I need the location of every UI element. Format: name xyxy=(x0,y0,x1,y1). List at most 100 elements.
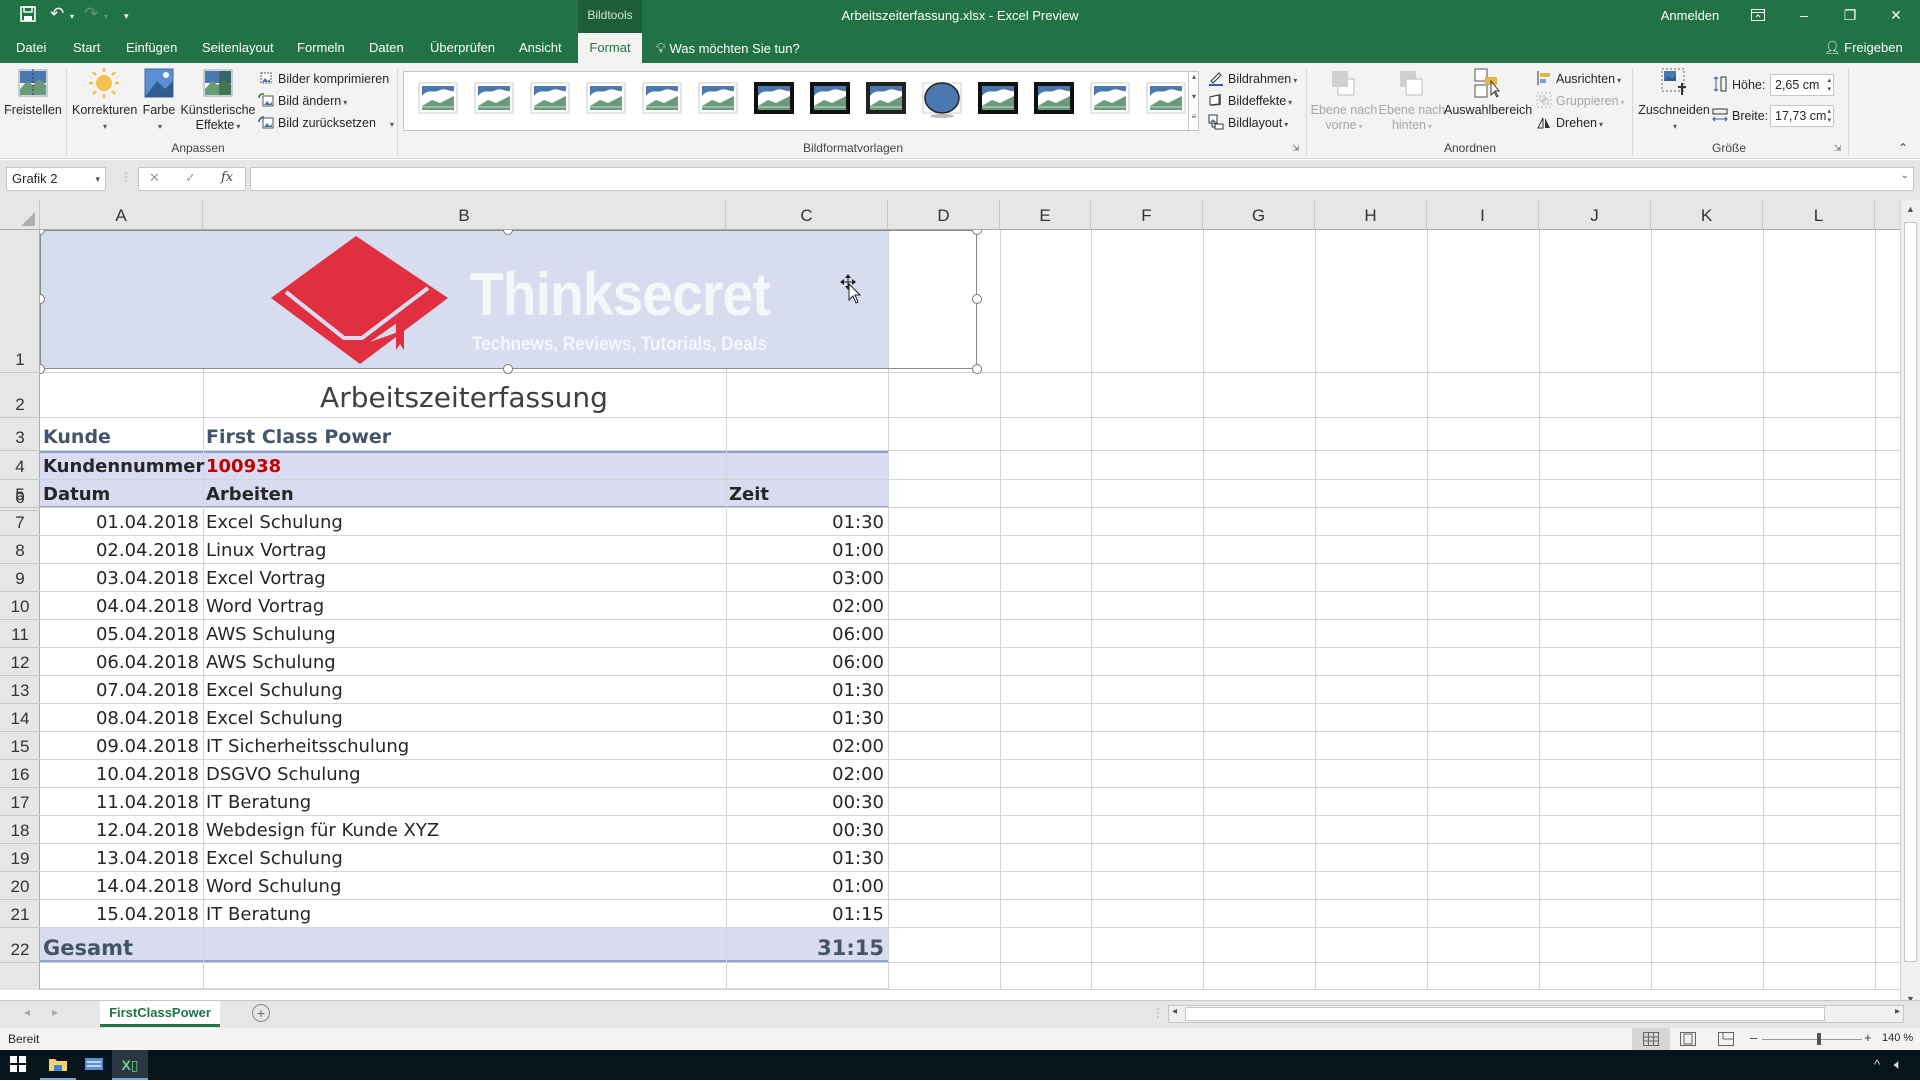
cell-arbeiten[interactable]: Word Vortrag xyxy=(203,592,726,620)
tell-me-search[interactable]: 💡︎ Was möchten Sie tun? xyxy=(656,33,800,63)
bildeffekte-button[interactable]: Bildeffekte ▾ xyxy=(1208,91,1292,111)
cell-datum[interactable]: 04.04.2018 xyxy=(40,592,203,620)
tab-daten[interactable]: Daten xyxy=(363,33,410,63)
cell-zeit[interactable]: 01:15 xyxy=(726,900,888,928)
column-header-d[interactable]: D xyxy=(888,200,1000,230)
zuschneiden-button[interactable]: Zuschneiden ▾ xyxy=(1636,67,1712,134)
sheet-title[interactable]: Arbeitszeiterfassung xyxy=(40,373,888,418)
cell-arbeiten[interactable]: DSGVO Schulung xyxy=(203,760,726,788)
row-header-18[interactable]: 18 xyxy=(0,816,40,844)
gesamt-label[interactable]: Gesamt xyxy=(40,928,203,963)
cell-arbeiten[interactable]: IT Beratung xyxy=(203,900,726,928)
row-header-3[interactable]: 3 xyxy=(0,418,40,451)
prev-sheet-icon[interactable]: ◂ xyxy=(24,1005,30,1019)
tab-seitenlayout[interactable]: Seitenlayout xyxy=(196,33,280,63)
picture-style-2[interactable] xyxy=(474,82,514,118)
picture-style-10[interactable] xyxy=(922,82,962,118)
breite-input[interactable]: 17,73 cm ▴ ▾ xyxy=(1770,105,1834,127)
cell-datum[interactable]: 03.04.2018 xyxy=(40,564,203,592)
row-header-19[interactable]: 19 xyxy=(0,844,40,872)
row-header-10[interactable]: 10 xyxy=(0,592,40,620)
zoom-level[interactable]: 140 % xyxy=(1882,1032,1913,1044)
add-sheet-button[interactable]: + xyxy=(252,1004,270,1022)
cell-datum[interactable]: 09.04.2018 xyxy=(40,732,203,760)
gallery-more[interactable]: ≡ xyxy=(1188,112,1199,132)
gallery-scroll-down[interactable]: ▾ xyxy=(1188,92,1199,112)
cell-datum[interactable]: 06.04.2018 xyxy=(40,648,203,676)
excel-taskbar-button[interactable]: X▯ xyxy=(112,1050,148,1080)
tab-start[interactable]: Start xyxy=(67,33,106,63)
zoom-slider[interactable] xyxy=(1762,1039,1862,1040)
column-header-g[interactable]: G xyxy=(1203,200,1315,230)
tab-datei[interactable]: Datei xyxy=(10,33,52,63)
bildrahmen-button[interactable]: Bildrahmen ▾ xyxy=(1208,69,1297,89)
gallery-scroll-up[interactable]: ▴ xyxy=(1188,72,1199,92)
file-explorer-button[interactable] xyxy=(40,1050,76,1080)
cell-zeit[interactable]: 01:00 xyxy=(726,536,888,564)
expand-formula-icon[interactable]: ⌄ xyxy=(1901,170,1909,181)
picture-style-3[interactable] xyxy=(530,82,570,118)
row-header-4[interactable]: 4 xyxy=(0,451,40,480)
cell-datum[interactable]: 08.04.2018 xyxy=(40,704,203,732)
hoehe-input[interactable]: 2,65 cm ▴ ▾ xyxy=(1770,74,1834,96)
picture-style-13[interactable] xyxy=(1090,82,1130,118)
column-header-c[interactable]: C xyxy=(726,200,888,230)
breite-spinner[interactable]: ▴ ▾ xyxy=(1827,107,1831,125)
bilder-komprimieren-button[interactable]: Bilder komprimieren xyxy=(258,69,389,89)
cell-datum[interactable]: 10.04.2018 xyxy=(40,760,203,788)
bild-aendern-button[interactable]: Bild ändern ▾ xyxy=(258,91,347,111)
row-header-11[interactable]: 11 xyxy=(0,620,40,648)
formula-input[interactable]: ⌄ xyxy=(250,167,1914,191)
row-header-17[interactable]: 17 xyxy=(0,788,40,816)
undo-dropdown-icon[interactable]: ▾ xyxy=(70,12,74,21)
zoom-slider-thumb[interactable] xyxy=(1816,1033,1821,1045)
name-box-dropdown-icon[interactable]: ▾ xyxy=(95,168,100,190)
resize-handle-ne[interactable] xyxy=(972,230,982,235)
restore-button[interactable]: ❐ xyxy=(1828,0,1872,31)
row-header-20[interactable]: 20 xyxy=(0,872,40,900)
groesse-launcher-icon[interactable]: ⇲ xyxy=(1834,143,1842,154)
cell-zeit[interactable]: 02:00 xyxy=(726,732,888,760)
cell-zeit[interactable]: 01:30 xyxy=(726,676,888,704)
cell-zeit[interactable]: 03:00 xyxy=(726,564,888,592)
picture-style-6[interactable] xyxy=(698,82,738,118)
cell-datum[interactable]: 02.04.2018 xyxy=(40,536,203,564)
cell-arbeiten[interactable]: Excel Schulung xyxy=(203,704,726,732)
cell-zeit[interactable]: 02:00 xyxy=(726,760,888,788)
tab-ansicht[interactable]: Ansicht xyxy=(513,33,568,63)
cell-arbeiten[interactable]: IT Beratung xyxy=(203,788,726,816)
cell-zeit[interactable]: 02:00 xyxy=(726,592,888,620)
sign-in-button[interactable]: Anmelden xyxy=(1660,0,1720,31)
cell-zeit[interactable]: 06:00 xyxy=(726,648,888,676)
header-datum[interactable]: Datum xyxy=(40,480,203,508)
start-button[interactable] xyxy=(0,1050,36,1080)
freistellen-button[interactable]: Freistellen xyxy=(4,67,62,118)
undo-icon[interactable]: ↶ xyxy=(50,4,64,24)
ausrichten-button[interactable]: Ausrichten ▾ xyxy=(1536,69,1621,89)
hoehe-spinner[interactable]: ▴ ▾ xyxy=(1827,76,1831,94)
cell-zeit[interactable]: 01:30 xyxy=(726,704,888,732)
farbe-button[interactable]: Farbe ▾ xyxy=(140,67,178,134)
cell-datum[interactable]: 15.04.2018 xyxy=(40,900,203,928)
name-box[interactable]: Grafik 2 ▾ xyxy=(6,167,106,191)
cell-zeit[interactable]: 00:30 xyxy=(726,788,888,816)
cell-datum[interactable]: 07.04.2018 xyxy=(40,676,203,704)
gesamt-value[interactable]: 31:15 xyxy=(726,928,888,963)
cell-zeit[interactable]: 01:00 xyxy=(726,872,888,900)
close-button[interactable]: ✕ xyxy=(1874,0,1918,31)
picture-style-12[interactable] xyxy=(1034,82,1074,118)
zoom-out-button[interactable]: – xyxy=(1750,1030,1757,1045)
cell-arbeiten[interactable]: Word Schulung xyxy=(203,872,726,900)
kundennummer-value[interactable]: 100938 xyxy=(203,451,726,480)
cell-arbeiten[interactable]: AWS Schulung xyxy=(203,620,726,648)
cell-datum[interactable]: 05.04.2018 xyxy=(40,620,203,648)
tab-format[interactable]: Format xyxy=(578,33,642,63)
picture-style-4[interactable] xyxy=(586,82,626,118)
minimize-button[interactable]: – xyxy=(1782,0,1826,31)
tab-split-handle[interactable]: ⋮ xyxy=(1152,1006,1164,1020)
row-header-1[interactable]: 1 xyxy=(0,230,40,373)
share-button[interactable]: 👤︎ Freigeben xyxy=(1824,33,1903,63)
column-header-i[interactable]: I xyxy=(1427,200,1539,230)
column-header-a[interactable]: A xyxy=(40,200,203,230)
drehen-button[interactable]: Drehen ▾ xyxy=(1536,113,1603,133)
